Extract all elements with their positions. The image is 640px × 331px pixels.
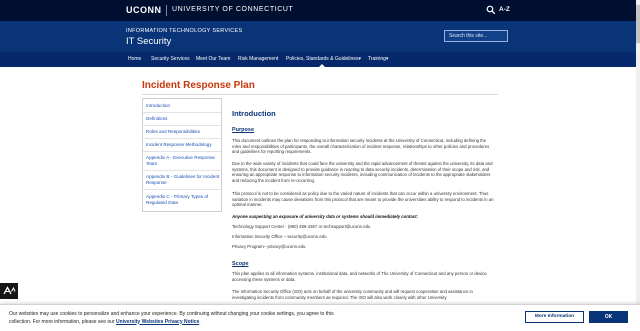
nav-item-training-label: Training — [368, 56, 386, 62]
university-name-link[interactable]: UNIVERSITY OF CONNECTICUT — [172, 6, 293, 13]
department-link[interactable]: INFORMATION TECHNOLOGY SERVICES — [126, 28, 242, 34]
chevron-down-icon: ▾ — [358, 56, 362, 62]
contact-callout: Anyone suspecting an exposure of univers… — [232, 214, 419, 219]
sidenav-item-introduction[interactable]: Introduction — [146, 103, 220, 109]
chevron-down-icon: ▾ — [385, 56, 389, 62]
sidenav-item-definitions[interactable]: Definitions — [146, 116, 220, 122]
active-nav-indicator — [319, 64, 325, 67]
accessibility-icon — [3, 286, 16, 295]
divider — [143, 151, 221, 152]
nav-item-meet-our-team[interactable]: Meet Our Team — [196, 56, 230, 62]
nav-item-risk-management[interactable]: Risk Management — [238, 56, 278, 62]
az-index-link[interactable]: A-Z — [499, 6, 510, 13]
paragraph: The Information Security Office (ISO) ac… — [232, 289, 473, 300]
divider — [166, 5, 167, 16]
sidenav-item-appendix-c[interactable]: Appendix C - Primary Types of Regulated … — [146, 194, 220, 206]
divider — [143, 138, 221, 139]
paragraph: Due to the wide variety of incidents tha… — [232, 161, 493, 183]
cookie-message-end: . — [199, 318, 201, 325]
paragraph: This plan applies to all information sys… — [232, 271, 487, 282]
divider — [143, 170, 221, 171]
site-search-input[interactable]: Search this site... — [444, 30, 508, 42]
more-information-button[interactable]: More Information — [525, 311, 584, 323]
nav-item-security-services[interactable]: Security Services — [151, 56, 190, 62]
section-heading-scope: Scope — [232, 261, 249, 267]
search-icon[interactable] — [486, 5, 496, 15]
page-scrollbar[interactable] — [636, 0, 640, 331]
uconn-logo[interactable]: UCONN — [126, 5, 162, 15]
privacy-notice-link[interactable]: University Websites Privacy Notice — [116, 319, 199, 325]
paragraph: This protocol is not to be considered as… — [232, 191, 494, 208]
divider — [143, 125, 221, 126]
section-sidenav: Introduction Definitions Roles and Respo… — [142, 98, 222, 212]
site-header: INFORMATION TECHNOLOGY SERVICES IT Secur… — [0, 21, 640, 52]
sidenav-item-roles[interactable]: Roles and Responsibilities — [146, 129, 220, 135]
sidenav-item-methodology[interactable]: Incident Response Methodology — [146, 142, 220, 148]
scrollbar-thumb[interactable] — [636, 5, 640, 43]
nav-item-policies-label: Policies, Standards & Guidelines — [286, 56, 359, 62]
divider — [143, 189, 221, 190]
ok-button[interactable]: OK — [589, 311, 628, 323]
divider — [143, 112, 221, 113]
top-bar: UCONN UNIVERSITY OF CONNECTICUT A-Z — [0, 0, 640, 21]
cookie-banner: Our websites may use cookies to personal… — [0, 304, 640, 331]
nav-item-training[interactable]: Training▾ — [368, 56, 388, 62]
sidenav-item-appendix-a[interactable]: Appendix A - Executive Response Team — [146, 155, 220, 167]
accessibility-button[interactable] — [0, 283, 18, 299]
sidenav-item-appendix-b[interactable]: Appendix B - Guidelines for Incident Res… — [146, 174, 220, 186]
section-heading-introduction: Introduction — [232, 109, 276, 118]
contact-privacy: Privacy Program– privacy@uconn.edu — [232, 244, 306, 249]
nav-item-home[interactable]: Home — [128, 56, 141, 62]
paragraph: This document outlines the plan for resp… — [232, 138, 490, 155]
contact-iso: Information Security Office – security@u… — [232, 234, 327, 239]
nav-item-policies[interactable]: Policies, Standards & Guidelines▾ — [286, 56, 361, 62]
page-title: Incident Response Plan — [142, 80, 255, 91]
site-title[interactable]: IT Security — [126, 36, 171, 47]
contact-tsc: Technology Support Center - (860) 486-43… — [232, 224, 371, 229]
section-heading-purpose: Purpose — [232, 127, 255, 133]
divider — [142, 94, 498, 95]
cookie-message: Our websites may use cookies to personal… — [9, 311, 354, 326]
